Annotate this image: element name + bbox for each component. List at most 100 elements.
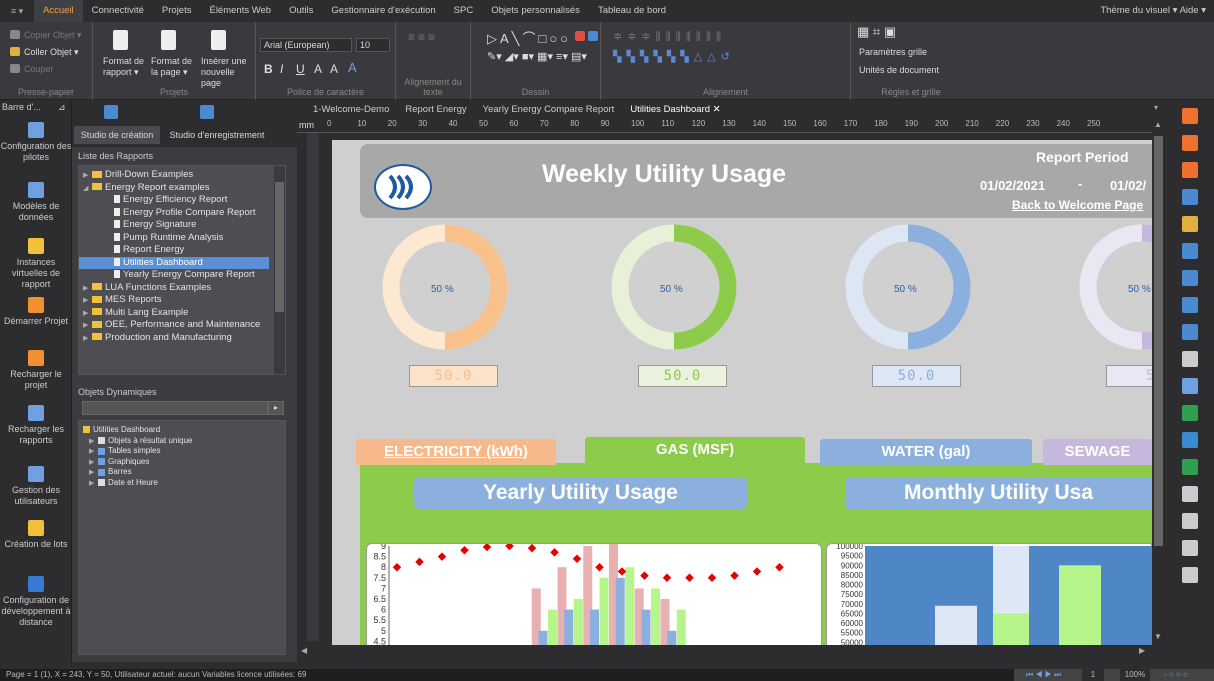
document-units-button[interactable]: Unités de document bbox=[859, 65, 939, 75]
document-tab[interactable]: 1-Welcome-Demo bbox=[305, 104, 397, 115]
menu-item[interactable]: Accueil bbox=[34, 0, 83, 22]
menu-item[interactable]: Tableau de bord bbox=[589, 0, 675, 22]
draw-style-tools[interactable]: ✎▾ ◢▾ ■▾ ▦▾ ≡▾ ▤▾ bbox=[487, 50, 587, 63]
category-tab[interactable]: ELECTRICITY (kWh) bbox=[356, 439, 556, 465]
distribute-tools[interactable]: ▚▚▚▚▚▚△△↺ bbox=[613, 50, 735, 63]
image-icon[interactable] bbox=[575, 31, 585, 41]
grid-settings-button[interactable]: Paramètres grille bbox=[859, 47, 927, 57]
left-toolbar-item[interactable]: Configuration de développement à distanc… bbox=[0, 576, 72, 628]
dynamic-object-item[interactable]: ▶ Tables simples bbox=[79, 446, 269, 457]
bold-button[interactable]: B bbox=[264, 62, 273, 76]
canvas-horizontal-scrollbar[interactable]: ◀ ▶ bbox=[297, 645, 1152, 658]
tree-report[interactable]: Energy Profile Compare Report bbox=[79, 207, 269, 220]
font-select[interactable]: Arial (European) bbox=[260, 38, 352, 52]
tree-report[interactable]: Utilities Dashboard bbox=[79, 256, 269, 269]
paste-button[interactable]: Coller Objet ▾ bbox=[24, 47, 79, 58]
back-to-welcome-link[interactable]: Back to Welcome Page bbox=[1012, 198, 1143, 212]
scroll-right-icon[interactable]: ▶ bbox=[1139, 646, 1145, 655]
copy-button[interactable]: Copier Objet ▾ bbox=[24, 30, 82, 41]
expand-arrow-icon[interactable]: ▶ bbox=[89, 479, 98, 490]
page-nav-icons[interactable]: ⏮ ◀ ▶ ⏭ bbox=[1026, 669, 1061, 681]
category-tab[interactable]: SEWAGE bbox=[1043, 439, 1152, 465]
tab-studio-creation[interactable]: Studio de création bbox=[74, 126, 160, 144]
report-object-tool-icon[interactable] bbox=[1182, 459, 1198, 475]
text-align-icons[interactable]: ≡≡≡ bbox=[408, 30, 438, 44]
tree-folder[interactable]: ▶ OEE, Performance and Maintenance bbox=[79, 319, 269, 332]
report-object-tool-icon[interactable] bbox=[1182, 189, 1198, 205]
tree-folder[interactable]: ▶ Production and Manufacturing bbox=[79, 332, 269, 345]
vscroll-thumb[interactable] bbox=[1154, 136, 1163, 546]
tree-folder[interactable]: ◢ Energy Report examples bbox=[79, 182, 269, 195]
tree-report[interactable]: Energy Signature bbox=[79, 219, 269, 232]
report-object-tool-icon[interactable] bbox=[1182, 567, 1198, 583]
dynamic-object-item[interactable]: ▶ Objets à résultat unique bbox=[79, 436, 269, 447]
report-object-tool-icon[interactable] bbox=[1182, 135, 1198, 151]
scroll-down-icon[interactable]: ▼ bbox=[1154, 632, 1162, 641]
chart-icon[interactable] bbox=[588, 31, 598, 41]
expand-arrow-icon[interactable]: ▶ bbox=[83, 333, 92, 346]
cut-button[interactable]: Couper bbox=[24, 64, 54, 74]
left-toolbar-item[interactable]: Recharger les rapports bbox=[0, 405, 72, 446]
report-object-tool-icon[interactable] bbox=[1182, 270, 1198, 286]
left-toolbar-item[interactable]: Recharger le projet bbox=[0, 350, 72, 391]
report-object-tool-icon[interactable] bbox=[1182, 432, 1198, 448]
dynamic-object-item[interactable]: ▶ Barres bbox=[79, 467, 269, 478]
shrink-font-button[interactable]: A bbox=[330, 62, 338, 76]
tree-folder[interactable]: ▶ LUA Functions Examples bbox=[79, 282, 269, 295]
scroll-left-icon[interactable]: ◀ bbox=[301, 646, 307, 655]
report-object-tool-icon[interactable] bbox=[1182, 216, 1198, 232]
pin-icon[interactable]: ⊿ bbox=[58, 102, 66, 113]
zoom-buttons[interactable]: - ○ ○ ○ bbox=[1164, 669, 1188, 681]
tab-studio-recording[interactable]: Studio d'enregistrement bbox=[162, 126, 272, 144]
left-toolbar-item[interactable]: Configuration des pilotes bbox=[0, 122, 72, 163]
zoom-level[interactable]: 100% bbox=[1120, 669, 1150, 681]
tree-folder[interactable]: ▶ Multi Lang Example bbox=[79, 307, 269, 320]
menu-item[interactable]: Projets bbox=[153, 0, 201, 22]
shape-tools[interactable]: ▷A╲⌒□○○ bbox=[487, 28, 571, 47]
report-object-tool-icon[interactable] bbox=[1182, 297, 1198, 313]
align-tools[interactable]: ≑≑≑⫼⫼⫼⫼⫼⫼⫼ bbox=[613, 30, 726, 44]
tree-folder[interactable]: ▶ MES Reports bbox=[79, 294, 269, 307]
left-toolbar-item[interactable]: Démarrer Projet bbox=[0, 297, 72, 327]
theme-help-menu[interactable]: Thème du visuel ▾ Aide ▾ bbox=[1100, 0, 1206, 22]
left-toolbar-item[interactable]: Création de lots bbox=[0, 520, 72, 550]
dynamic-objects-filter[interactable] bbox=[82, 401, 268, 415]
report-object-tool-icon[interactable] bbox=[1182, 405, 1198, 421]
dynamic-object-item[interactable]: ▶ Graphiques bbox=[79, 457, 269, 468]
menu-item[interactable]: Outils bbox=[280, 0, 322, 22]
report-object-tool-icon[interactable] bbox=[1182, 378, 1198, 394]
left-toolbar-item[interactable]: Modèles de données bbox=[0, 182, 72, 223]
report-object-tool-icon[interactable] bbox=[1182, 486, 1198, 502]
filter-arrow-icon[interactable]: ▸ bbox=[268, 401, 284, 415]
report-object-tool-icon[interactable] bbox=[1182, 108, 1198, 124]
quick-access-icon[interactable]: ≡ ▾ bbox=[0, 0, 34, 22]
grid-toggle-icons[interactable]: ▦ ⌗ ▣ bbox=[857, 24, 896, 40]
report-object-tool-icon[interactable] bbox=[1182, 162, 1198, 178]
page-number-field[interactable]: 1 bbox=[1082, 669, 1104, 681]
grow-font-button[interactable]: A bbox=[314, 62, 322, 76]
left-toolbar-item[interactable]: Gestion des utilisateurs bbox=[0, 466, 72, 507]
tree-report[interactable]: Pump Runtime Analysis bbox=[79, 232, 269, 245]
category-tab[interactable]: GAS (MSF) bbox=[585, 437, 805, 465]
left-toolbar-item[interactable]: Instances virtuelles de rapport bbox=[0, 238, 72, 290]
format-page-button[interactable]: Format de la page ▾ bbox=[151, 56, 201, 78]
dynamic-object-item[interactable]: ▶ Date et Heure bbox=[79, 478, 269, 489]
report-object-tool-icon[interactable] bbox=[1182, 351, 1198, 367]
dynamic-object-item[interactable]: Utilities Dashboard bbox=[79, 425, 269, 436]
report-object-tool-icon[interactable] bbox=[1182, 324, 1198, 340]
menu-item[interactable]: Éléments Web bbox=[200, 0, 280, 22]
category-tab[interactable]: WATER (gal) bbox=[820, 439, 1032, 465]
report-object-tool-icon[interactable] bbox=[1182, 513, 1198, 529]
scroll-up-icon[interactable]: ▲ bbox=[1154, 120, 1162, 129]
tabs-dropdown-icon[interactable]: ▾ bbox=[1154, 103, 1158, 112]
format-report-button[interactable]: Format de rapport ▾ bbox=[103, 56, 153, 78]
menu-item[interactable]: Gestionnaire d'exécution bbox=[322, 0, 444, 22]
tree-scrollbar-thumb[interactable] bbox=[275, 182, 284, 312]
report-object-tool-icon[interactable] bbox=[1182, 540, 1198, 556]
font-size-select[interactable]: 10 bbox=[356, 38, 390, 52]
menu-item[interactable]: SPC bbox=[445, 0, 483, 22]
tree-report[interactable]: Energy Efficiency Report bbox=[79, 194, 269, 207]
tree-report[interactable]: Yearly Energy Compare Report bbox=[79, 269, 269, 282]
tree-report[interactable]: Report Energy bbox=[79, 244, 269, 257]
underline-button[interactable]: U bbox=[296, 62, 305, 76]
